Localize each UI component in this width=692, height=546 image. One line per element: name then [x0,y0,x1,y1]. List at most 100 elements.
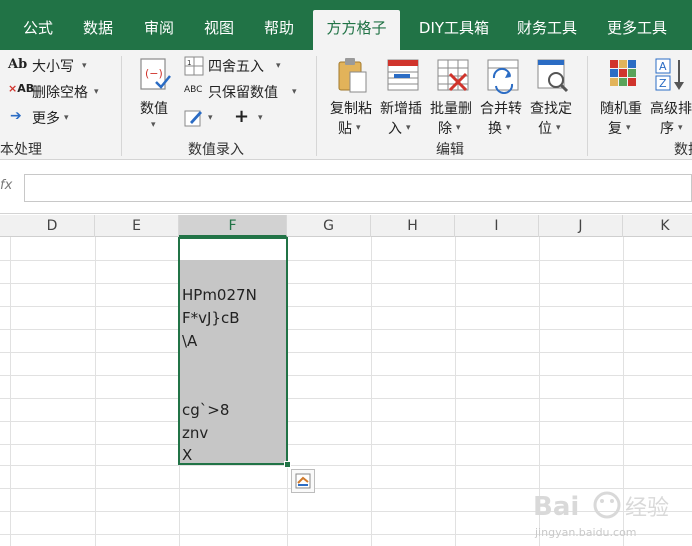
group-separator [121,56,122,156]
svg-text:(−): (−) [145,67,163,80]
chevron-down-icon: ▾ [506,123,511,133]
advanced-sort-button[interactable]: A Z 高级排 序 ▾ [648,54,692,138]
group-separator [316,56,317,156]
grid-line [0,421,692,422]
column-header-i[interactable]: I [455,215,539,237]
fx-icon[interactable]: fx [0,178,12,193]
batch-insert-label-2: 入 [388,121,402,137]
plus-icon: + [234,106,250,127]
batch-delete-label: 批量删 [430,101,472,117]
selection-border [178,237,288,465]
group-label-text: 本处理 [0,142,42,158]
tab-finance-tools[interactable]: 财务工具 [508,10,586,50]
tab-view[interactable]: 视图 [194,10,244,50]
edit-note-button[interactable]: ▾ [184,108,224,130]
chevron-down-icon: ▾ [258,113,263,123]
group-label-numeric: 数值录入 [188,142,244,158]
grid-line [0,329,692,330]
chevron-down-icon: ▾ [356,123,361,133]
find-locate-button[interactable]: 查找定 位 ▾ [528,54,578,138]
batch-insert-button[interactable]: 新增插 入 ▾ [378,54,428,138]
copy-paste-label-2: 贴 [338,121,352,137]
svg-text:1: 1 [187,59,191,67]
grid-line [0,260,692,261]
formula-bar: fx [0,160,692,214]
more-button[interactable]: ➔ 更多 ▾ [8,108,98,130]
abc-icon: ABC [184,85,203,95]
column-header-g[interactable]: G [287,215,371,237]
tab-diy-toolbox[interactable]: DIY工具箱 [408,10,500,50]
batch-delete-button[interactable]: 批量删 除 ▾ [428,54,478,138]
column-header-h[interactable]: H [371,215,455,237]
tab-data[interactable]: 数据 [72,10,124,50]
svg-text:Z: Z [659,77,667,90]
plus-button[interactable]: + ▾ [232,106,272,130]
batch-insert-label: 新增插 [380,101,422,117]
group-label-data: 数技 [674,142,692,158]
copy-paste-button[interactable]: 复制粘 贴 ▾ [328,54,378,138]
value-label: 数值 [140,101,168,117]
chevron-down-icon: ▾ [556,123,561,133]
tab-more-tools[interactable]: 更多工具 [598,10,676,50]
formula-input[interactable] [24,174,692,202]
ribbon-tab-bar: 公式 数据 审阅 视图 帮助 方方格子 DIY工具箱 财务工具 更多工具 [0,0,692,50]
chevron-down-icon: ▾ [94,87,99,97]
find-locate-label: 查找定 [530,101,572,117]
find-locate-label-2: 位 [538,121,552,137]
merge-convert-icon [487,59,519,94]
column-header-e[interactable]: E [95,215,179,237]
case-button[interactable]: Ab 大小写 ▾ [8,56,108,78]
svg-text:A: A [659,60,667,73]
chevron-down-icon: ▾ [292,87,297,97]
column-headers: D E F G H I J K [0,215,692,237]
group-label-edit: 编辑 [436,142,464,158]
grid-line [0,283,692,284]
grid-line [0,375,692,376]
grid-line [0,398,692,399]
random-repeat-label: 随机重 [600,101,642,117]
column-header-k[interactable]: K [623,215,692,237]
chevron-down-icon: ▾ [456,123,461,133]
tab-help[interactable]: 帮助 [254,10,304,50]
chevron-down-icon: ▾ [82,61,87,71]
advanced-sort-label-2: 序 [660,121,674,137]
magnifier-icon [537,59,569,93]
value-button[interactable]: (−) 数值 ▾ [134,54,176,134]
more-label: 更多 [32,111,60,127]
merge-convert-button[interactable]: 合并转 换 ▾ [478,54,528,138]
random-repeat-button[interactable]: 随机重 复 ▾ [598,54,648,138]
chevron-down-icon: ▾ [626,123,631,133]
tab-review[interactable]: 审阅 [134,10,184,50]
grid-line [0,465,692,466]
grid-line [0,352,692,353]
case-label: 大小写 [32,59,74,75]
chevron-down-icon: ▾ [151,120,156,130]
advanced-sort-label: 高级排 [650,101,692,117]
chevron-down-icon: ▾ [678,123,683,133]
column-header-j[interactable]: J [539,215,623,237]
tab-formulas[interactable]: 公式 [14,10,62,50]
clipboard-icon [338,58,367,93]
round-label: 四舍五入 [208,59,264,75]
merge-convert-label: 合并转 [480,101,522,117]
quick-analysis-icon [295,473,311,489]
keep-values-button[interactable]: ABC 只保留数值 ▾ [184,82,304,104]
remove-spaces-button[interactable]: ×AB 删除空格 ▾ [8,82,118,104]
remove-spaces-label: 删除空格 [32,85,88,101]
grid-line [0,306,692,307]
random-repeat-label-2: 复 [608,121,622,137]
column-header-f[interactable]: F [179,215,287,237]
watermark-brand: Bai [533,492,579,522]
round-button[interactable]: 1 四舍五入 ▾ [184,56,304,78]
edit-note-icon [184,110,202,127]
random-grid-icon [610,60,636,86]
tab-fangfang-gezi[interactable]: 方方格子 [313,10,400,50]
watermark-brand-cn: 经验 [625,496,669,521]
chevron-down-icon: ▾ [64,113,69,123]
fill-handle[interactable] [284,461,291,468]
keep-values-label: 只保留数值 [208,85,278,101]
quick-analysis-button[interactable] [291,469,315,493]
column-header-d[interactable]: D [10,215,95,237]
remove-space-icon: ×AB [8,82,35,95]
ribbon: Ab 大小写 ▾ ×AB 删除空格 ▾ ➔ 更多 ▾ 本处理 (−) 数值 ▾ … [0,50,692,160]
